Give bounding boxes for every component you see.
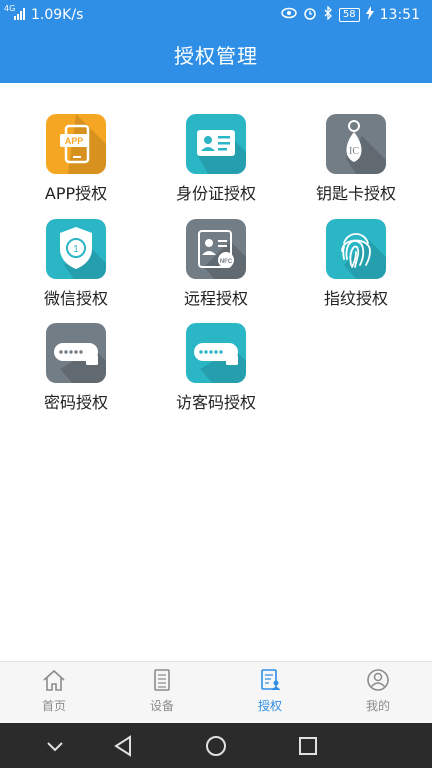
tab-home[interactable]: 首页 bbox=[0, 668, 108, 714]
svg-text:NFC: NFC bbox=[220, 259, 233, 265]
recent-apps-icon[interactable] bbox=[295, 733, 321, 759]
page-title: 授权管理 bbox=[174, 44, 258, 68]
password-lock-icon bbox=[46, 323, 106, 383]
status-right: 58 13:51 bbox=[281, 5, 420, 24]
app-header: 4G 1.09K/s 58 13:51 授权管理 bbox=[0, 0, 432, 83]
fingerprint-icon bbox=[326, 219, 386, 279]
signal-icon bbox=[14, 6, 25, 20]
tab-label: 首页 bbox=[41, 699, 66, 713]
authorization-icon bbox=[257, 669, 283, 695]
eye-icon bbox=[281, 7, 297, 23]
grid-item-label: 微信授权 bbox=[43, 289, 108, 308]
system-navigation-bar bbox=[0, 723, 432, 768]
home-circle-icon[interactable] bbox=[203, 733, 229, 759]
remote-nfc-icon: NFC bbox=[186, 219, 246, 279]
network-type: 4G bbox=[4, 4, 16, 13]
grid-item-remote[interactable]: NFC 远程授权 bbox=[156, 219, 276, 309]
tab-authorization[interactable]: 授权 bbox=[216, 668, 324, 714]
status-time: 13:51 bbox=[379, 7, 420, 23]
grid-item-label: 密码授权 bbox=[43, 393, 108, 412]
grid-item-key-card[interactable]: IC 钥匙卡授权 bbox=[296, 114, 416, 204]
svg-text:IC: IC bbox=[349, 146, 359, 157]
grid-item-wechat[interactable]: 1 微信授权 bbox=[16, 219, 136, 309]
svg-text:1: 1 bbox=[73, 244, 79, 255]
tab-label: 我的 bbox=[365, 699, 390, 713]
grid-item-id-card[interactable]: 身份证授权 bbox=[156, 114, 276, 204]
grid-item-label: 访客码授权 bbox=[175, 393, 256, 412]
device-icon bbox=[149, 669, 175, 695]
network-speed: 1.09K/s bbox=[31, 7, 84, 23]
status-bar: 4G 1.09K/s 58 13:51 bbox=[0, 0, 432, 30]
key-card-icon: IC bbox=[326, 114, 386, 174]
hide-nav-chevron-icon[interactable] bbox=[42, 733, 68, 759]
bluetooth-icon bbox=[323, 5, 333, 24]
grid-item-visitor-code[interactable]: 访客码授权 bbox=[156, 323, 276, 413]
back-icon[interactable] bbox=[110, 733, 136, 759]
bottom-tab-bar: 首页 设备 授权 我的 bbox=[0, 661, 432, 723]
tab-profile[interactable]: 我的 bbox=[324, 668, 432, 714]
grid-item-app[interactable]: APP APP授权 bbox=[16, 114, 136, 204]
grid-item-fingerprint[interactable]: 指纹授权 bbox=[296, 219, 416, 309]
grid-item-label: APP授权 bbox=[44, 184, 108, 203]
home-icon bbox=[41, 669, 67, 695]
tab-label: 授权 bbox=[257, 699, 282, 713]
grid-item-password[interactable]: 密码授权 bbox=[16, 323, 136, 413]
wechat-shield-icon: 1 bbox=[46, 219, 106, 279]
profile-icon bbox=[365, 669, 391, 695]
visitor-code-icon bbox=[186, 323, 246, 383]
grid-item-label: 指纹授权 bbox=[323, 289, 388, 308]
app-icon: APP bbox=[46, 114, 106, 174]
grid-item-label: 钥匙卡授权 bbox=[315, 184, 396, 203]
grid-item-label: 远程授权 bbox=[183, 289, 248, 308]
battery-indicator: 58 bbox=[338, 8, 360, 22]
tab-device[interactable]: 设备 bbox=[108, 668, 216, 714]
charging-icon bbox=[365, 6, 374, 24]
grid-item-label: 身份证授权 bbox=[175, 184, 256, 203]
svg-text:APP: APP bbox=[65, 136, 84, 146]
tab-label: 设备 bbox=[149, 699, 174, 713]
status-left: 4G 1.09K/s bbox=[4, 4, 84, 24]
alarm-icon bbox=[303, 6, 317, 24]
id-card-icon bbox=[186, 114, 246, 174]
